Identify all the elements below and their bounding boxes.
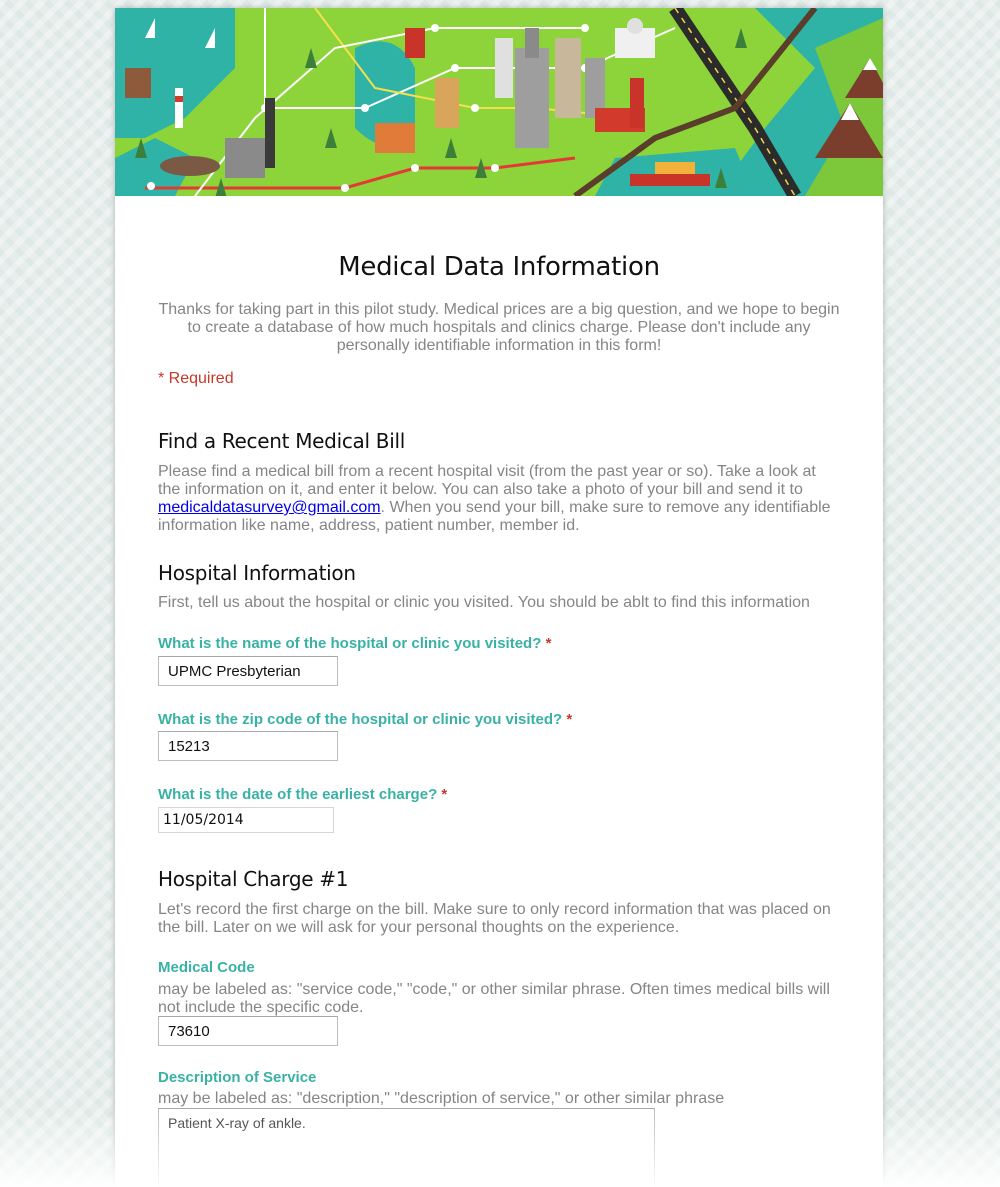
- section-description-text: Please find a medical bill from a recent…: [158, 463, 816, 498]
- required-star: *: [566, 711, 573, 728]
- description-of-service-textarea[interactable]: Patient X-ray of ankle.: [158, 1108, 655, 1187]
- question-label-charge-date: What is the date of the earliest charge?…: [158, 786, 447, 803]
- header-banner-image: [115, 8, 883, 196]
- required-note: * Required: [158, 370, 234, 387]
- form-title: Medical Data Information: [338, 252, 660, 282]
- required-star: *: [545, 635, 552, 652]
- email-link[interactable]: medicaldatasurvey@gmail.com: [158, 499, 381, 516]
- section-description-find-bill: Please find a medical bill from a recent…: [158, 463, 840, 535]
- question-label-hospital-name: What is the name of the hospital or clin…: [158, 635, 551, 652]
- question-label-text: What is the date of the earliest charge?: [158, 786, 438, 803]
- section-description-hospital-charge: Let's record the first charge on the bil…: [158, 901, 831, 936]
- question-label-zip-code: What is the zip code of the hospital or …: [158, 711, 572, 728]
- section-title-hospital-info: Hospital Information: [158, 561, 356, 585]
- section-title-hospital-charge: Hospital Charge #1: [158, 867, 349, 891]
- form-description: Thanks for taking part in this pilot stu…: [158, 301, 840, 354]
- form-sheet: Medical Data Information Thanks for taki…: [115, 8, 883, 1187]
- medical-code-input[interactable]: [158, 1016, 338, 1046]
- charge-date-input[interactable]: [158, 807, 334, 833]
- medical-code-help-text: may be labeled as: "service code," "code…: [158, 981, 830, 1016]
- zip-code-input[interactable]: [158, 731, 338, 761]
- section-title-find-bill: Find a Recent Medical Bill: [158, 429, 405, 453]
- question-label-medical-code: Medical Code: [158, 959, 255, 976]
- question-label-text: What is the zip code of the hospital or …: [158, 711, 563, 728]
- section-description-hospital-info: First, tell us about the hospital or cli…: [158, 594, 810, 611]
- question-label-text: What is the name of the hospital or clin…: [158, 635, 542, 652]
- hospital-name-input[interactable]: [158, 656, 338, 686]
- description-help-text: may be labeled as: "description," "descr…: [158, 1090, 725, 1107]
- question-label-description-of-service: Description of Service: [158, 1069, 317, 1086]
- required-star: *: [441, 786, 448, 803]
